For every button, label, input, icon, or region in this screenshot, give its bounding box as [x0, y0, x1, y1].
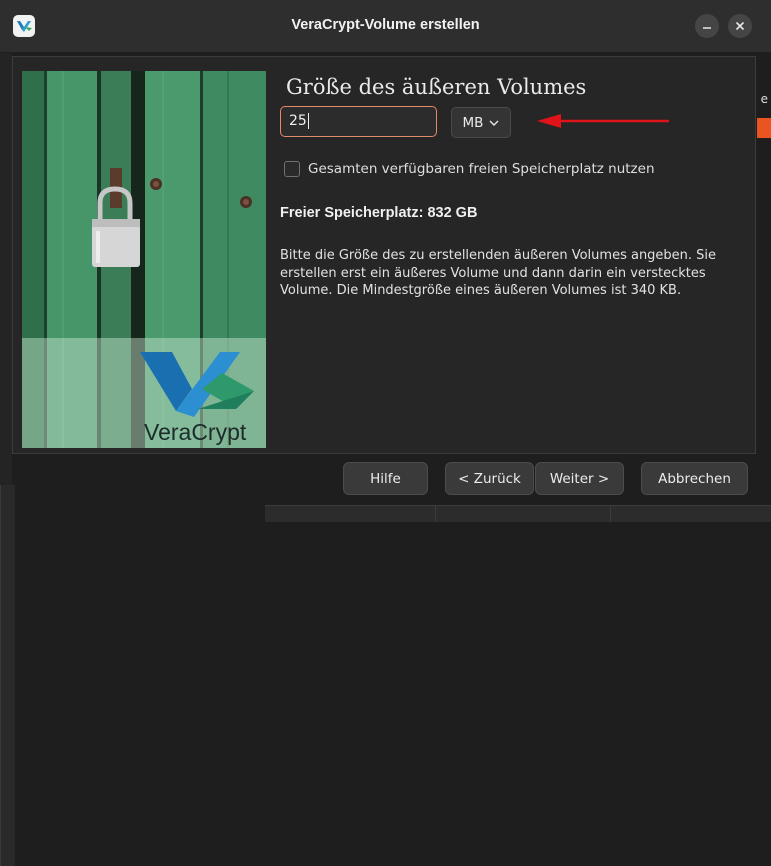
volume-size-input[interactable]: 25 [280, 106, 437, 137]
chevron-down-icon [489, 120, 499, 126]
volume-size-value: 25 [289, 113, 307, 129]
wizard-image: VeraCrypt [22, 71, 266, 448]
red-arrow-left-icon [537, 114, 669, 128]
padlock-door-image: VeraCrypt [22, 71, 266, 448]
background-window-right-edge: e [0, 92, 771, 866]
text-caret [307, 113, 309, 129]
cancel-button[interactable]: Abbrechen [641, 462, 748, 495]
close-icon [735, 21, 745, 31]
use-all-space-label: Gesamten verfügbaren freien Speicherplat… [308, 161, 655, 177]
size-unit-value: MB [462, 114, 484, 131]
close-button[interactable] [728, 14, 752, 38]
wizard-content: VeraCrypt Größe des äußeren Volumes 25 M… [12, 56, 756, 454]
size-description: Bitte die Größe des zu erstellenden äuße… [280, 248, 717, 298]
size-unit-select[interactable]: MB [451, 107, 511, 138]
minimize-button[interactable] [695, 14, 719, 38]
free-space-info: Freier Speicherplatz: 832 GB [280, 205, 478, 221]
minimize-icon [703, 27, 711, 29]
back-button[interactable]: < Zurück [445, 462, 534, 495]
title-bar[interactable]: VeraCrypt-Volume erstellen [0, 0, 771, 53]
brand-name: VeraCrypt [144, 419, 247, 445]
volume-creation-dialog: VeraCrypt-Volume erstellen VeraCrypt Grö… [0, 0, 771, 521]
page-title: Größe des äußeren Volumes [286, 75, 587, 99]
help-button[interactable]: Hilfe [343, 462, 428, 495]
next-button[interactable]: Weiter > [535, 462, 624, 495]
window-title: VeraCrypt-Volume erstellen [291, 17, 480, 33]
use-all-space-checkbox[interactable] [284, 161, 300, 177]
use-all-space-option[interactable]: Gesamten verfügbaren freien Speicherplat… [284, 161, 655, 177]
